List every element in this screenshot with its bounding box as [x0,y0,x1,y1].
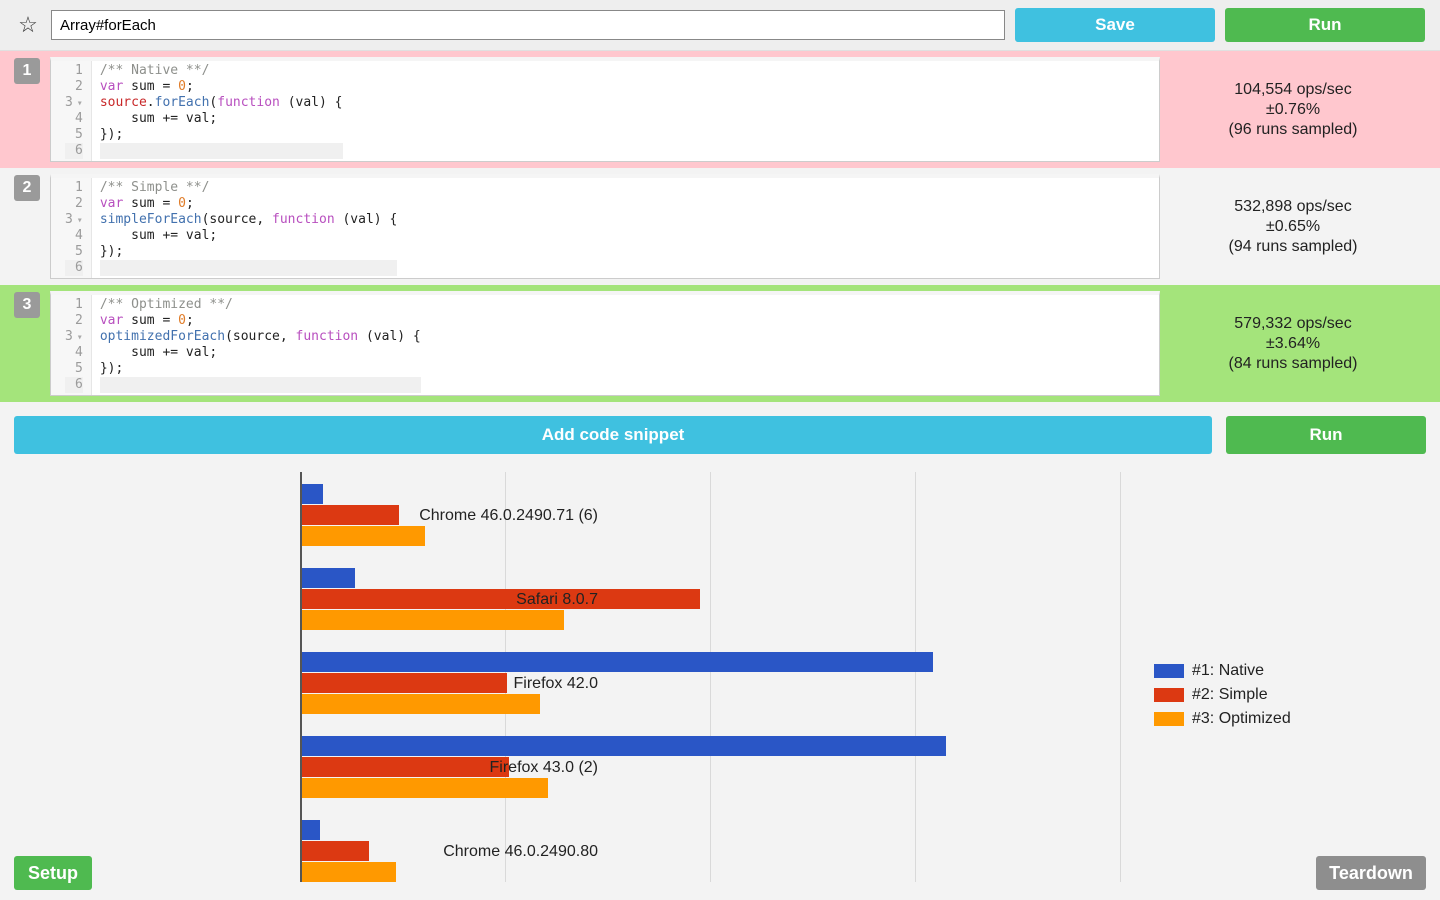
legend-item: #2: Simple [1154,686,1291,704]
result-pm: ±0.76% [1266,101,1320,119]
result-runs: (84 runs sampled) [1229,355,1358,373]
chart-legend: #1: Native #2: Simple #3: Optimized [1154,662,1291,734]
bar [302,778,548,798]
snippet-results: 532,898 ops/sec ±0.65% (94 runs sampled) [1160,174,1426,279]
y-axis-label: Firefox 42.0 [328,675,598,693]
snippet-row: 3 123▾456/** Optimized **/ var sum = 0; o… [0,285,1440,402]
save-button[interactable]: Save [1015,8,1215,42]
code-editor[interactable]: 123▾456/** Simple **/ var sum = 0; simpl… [50,174,1160,279]
top-toolbar: ☆ Save Run [0,0,1440,51]
mid-actions: Add code snippet Run [0,402,1440,468]
benchmark-title-input[interactable] [51,10,1005,40]
bar [302,694,540,714]
y-axis-label: Safari 8.0.7 [328,591,598,609]
snippet-row: 1 123▾456/** Native **/ var sum = 0; sour… [0,51,1440,168]
result-ops: 532,898 ops/sec [1234,198,1351,216]
teardown-button[interactable]: Teardown [1316,856,1426,890]
y-axis-label: Chrome 46.0.2490.71 (6) [328,507,598,525]
bar [302,862,396,882]
result-pm: ±3.64% [1266,335,1320,353]
run-button-secondary[interactable]: Run [1226,416,1426,454]
result-ops: 104,554 ops/sec [1234,81,1351,99]
snippet-number-badge: 1 [14,58,40,84]
bar [302,568,355,588]
results-chart: #1: Native #2: Simple #3: Optimized Chro… [14,472,1426,882]
bar [302,526,425,546]
y-axis-label: Chrome 46.0.2490.80 [328,843,598,861]
bar [302,484,323,504]
run-button[interactable]: Run [1225,8,1425,42]
bar [302,610,564,630]
legend-label: #3: Optimized [1192,710,1291,728]
snippet-results: 104,554 ops/sec ±0.76% (96 runs sampled) [1160,57,1426,162]
y-axis-label: Firefox 43.0 (2) [328,759,598,777]
result-runs: (96 runs sampled) [1229,121,1358,139]
line-gutter: 123▾456 [51,295,92,395]
legend-label: #1: Native [1192,662,1264,680]
code-editor[interactable]: 123▾456/** Optimized **/ var sum = 0; op… [50,291,1160,396]
gridline [1120,472,1121,882]
setup-button[interactable]: Setup [14,856,92,890]
snippet-results: 579,332 ops/sec ±3.64% (84 runs sampled) [1160,291,1426,396]
star-icon[interactable]: ☆ [15,12,41,38]
legend-swatch [1154,712,1184,726]
bar [302,820,320,840]
legend-item: #3: Optimized [1154,710,1291,728]
result-runs: (94 runs sampled) [1229,238,1358,256]
result-pm: ±0.65% [1266,218,1320,236]
legend-label: #2: Simple [1192,686,1268,704]
code-content[interactable]: /** Simple **/ var sum = 0; simpleForEac… [92,178,405,278]
legend-swatch [1154,664,1184,678]
result-ops: 579,332 ops/sec [1234,315,1351,333]
line-gutter: 123▾456 [51,61,92,161]
legend-item: #1: Native [1154,662,1291,680]
bar [302,652,933,672]
legend-swatch [1154,688,1184,702]
add-snippet-button[interactable]: Add code snippet [14,416,1212,454]
snippet-number-badge: 2 [14,175,40,201]
line-gutter: 123▾456 [51,178,92,278]
code-editor[interactable]: 123▾456/** Native **/ var sum = 0; sourc… [50,57,1160,162]
code-content[interactable]: /** Optimized **/ var sum = 0; optimized… [92,295,429,395]
bar [302,736,946,756]
snippet-row: 2 123▾456/** Simple **/ var sum = 0; simp… [0,168,1440,285]
snippet-number-badge: 3 [14,292,40,318]
code-content[interactable]: /** Native **/ var sum = 0; source.forEa… [92,61,351,161]
